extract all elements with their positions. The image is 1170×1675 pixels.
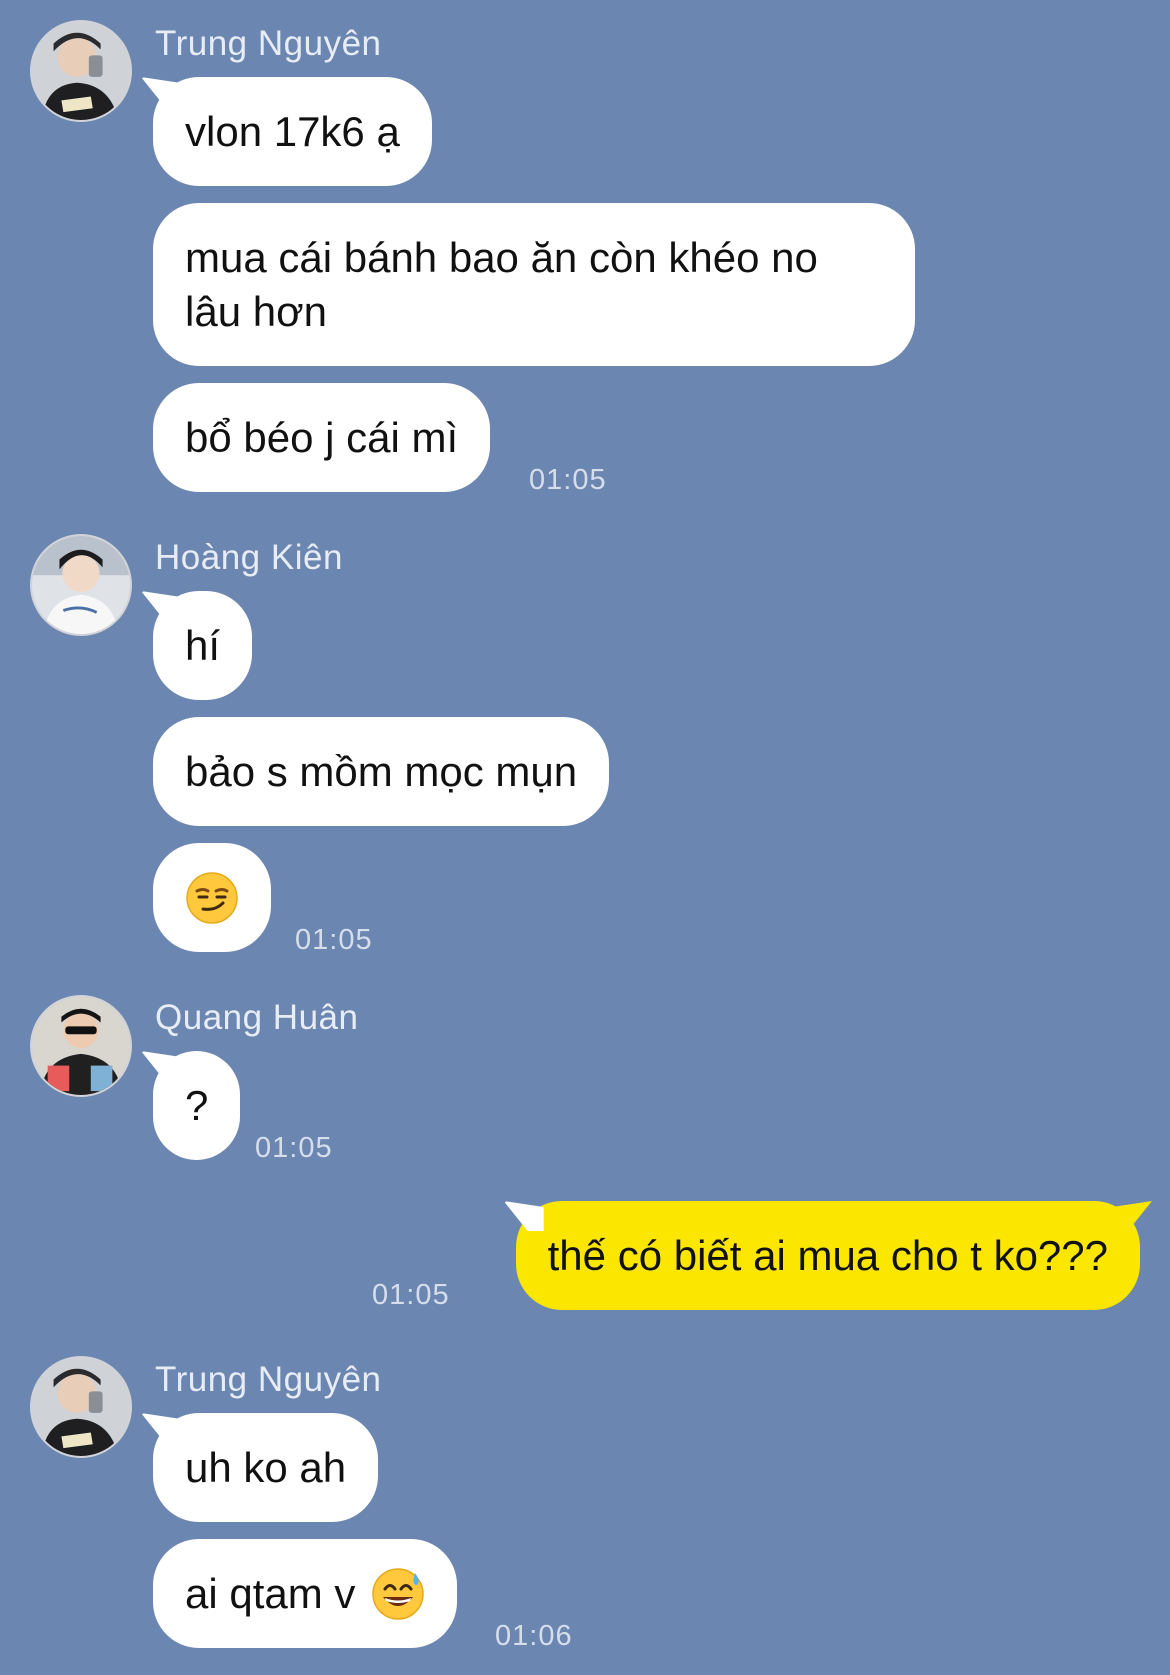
message-bubble[interactable]: mua cái bánh bao ăn còn khéo no lâu hơn [153,203,915,366]
message-text: hí [185,621,221,669]
message-bubble[interactable]: bổ béo j cái mì [153,383,491,492]
message-timestamp: 01:06 [495,1620,573,1652]
person-avatar-icon [32,997,130,1095]
message-text: mua cái bánh bao ăn còn khéo no lâu hơn [185,233,818,335]
sender-name: Hoàng Kiên [155,538,343,577]
message-bubble[interactable]: vlon 17k6 ạ [153,77,432,186]
message-text: bổ béo j cái mì [185,413,459,461]
message-text: bảo s mồm mọc mụn [185,747,578,795]
message-bubble[interactable] [153,843,271,952]
chat-message-list[interactable]: Trung Nguyên vlon 17k6 ạ mua cái bánh ba… [0,0,1170,1675]
message-bubble[interactable]: bảo s mồm mọc mụn [153,717,610,826]
message-text: vlon 17k6 ạ [185,107,400,155]
smirking-face-emoji [185,871,239,925]
message-bubble[interactable]: ? [153,1051,241,1160]
message-bubble[interactable]: hí [153,591,253,700]
sender-name: Quang Huân [155,998,359,1037]
person-avatar-icon [32,22,130,120]
grinning-sweat-emoji [371,1567,425,1621]
sender-name: Trung Nguyên [155,24,382,63]
message-bubble[interactable]: uh ko ah [153,1413,379,1522]
message-timestamp: 01:05 [529,464,607,496]
person-avatar-icon [32,1358,130,1456]
avatar-quang-huan[interactable] [30,995,132,1097]
message-text: ? [185,1081,209,1129]
avatar-hoang-kien[interactable] [30,534,132,636]
message-bubble[interactable]: ai qtam v [153,1539,458,1648]
avatar-trung-nguyen[interactable] [30,1356,132,1458]
message-timestamp: 01:05 [255,1132,333,1164]
sender-name: Trung Nguyên [155,1360,382,1399]
message-timestamp: 01:05 [372,1279,450,1311]
message-timestamp: 01:05 [295,924,373,956]
message-text: thế có biết ai mua cho t ko??? [547,1231,1108,1279]
message-text: uh ko ah [185,1443,347,1491]
message-text: ai qtam v [185,1569,356,1617]
my-message-bubble[interactable]: thế có biết ai mua cho t ko??? [515,1201,1140,1310]
person-avatar-icon [32,536,130,634]
avatar-trung-nguyen[interactable] [30,20,132,122]
